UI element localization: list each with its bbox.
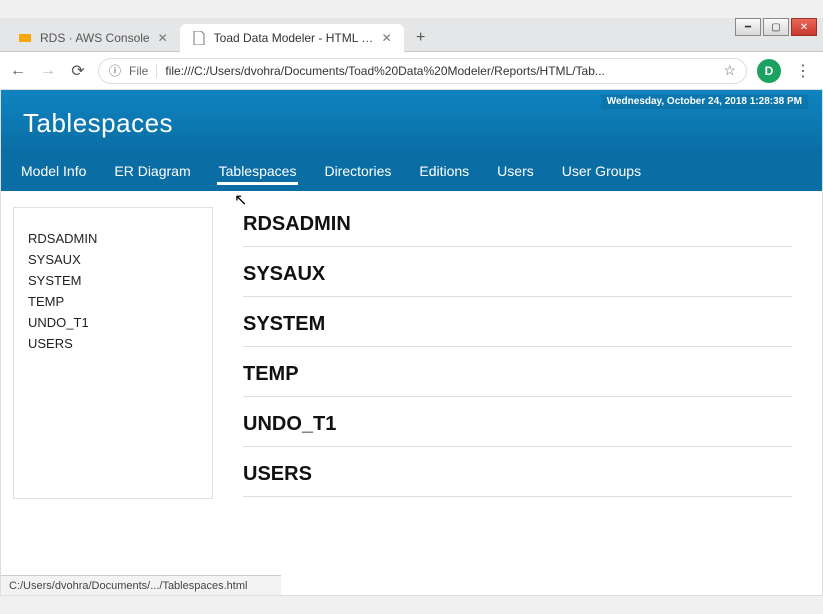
sidebar-item[interactable]: RDSADMIN — [28, 228, 198, 249]
browser-tab-strip: RDS · AWS Console ✕ Toad Data Modeler - … — [0, 18, 823, 52]
page-viewport: Wednesday, October 24, 2018 1:28:38 PM T… — [0, 90, 823, 596]
page-header: Wednesday, October 24, 2018 1:28:38 PM T… — [1, 90, 822, 151]
minimize-button[interactable]: ━ — [735, 18, 761, 36]
menu-button[interactable]: ⋮ — [791, 61, 815, 81]
close-window-button[interactable]: ✕ — [791, 18, 817, 36]
browser-tab[interactable]: RDS · AWS Console ✕ — [6, 24, 180, 52]
maximize-button[interactable]: ▢ — [763, 18, 789, 36]
aws-favicon-icon — [18, 31, 32, 45]
back-button[interactable]: ← — [8, 62, 28, 80]
sidebar: RDSADMIN SYSAUX SYSTEM TEMP UNDO_T1 USER… — [13, 207, 213, 499]
tab-title: RDS · AWS Console — [40, 31, 150, 45]
window-controls: ━ ▢ ✕ — [735, 18, 817, 36]
sidebar-item[interactable]: SYSAUX — [28, 249, 198, 270]
sidebar-item[interactable]: TEMP — [28, 291, 198, 312]
status-text: C:/Users/dvohra/Documents/.../Tablespace… — [9, 580, 247, 592]
timestamp: Wednesday, October 24, 2018 1:28:38 PM — [601, 94, 808, 109]
nav-er-diagram[interactable]: ER Diagram — [112, 153, 192, 189]
bookmark-star-icon[interactable]: ☆ — [723, 62, 736, 79]
file-favicon-icon — [192, 31, 206, 45]
tablespace-heading: SYSTEM — [243, 297, 792, 347]
nav-user-groups[interactable]: User Groups — [560, 153, 643, 189]
forward-button[interactable]: → — [38, 62, 58, 80]
tab-title: Toad Data Modeler - HTML Repo — [214, 31, 374, 45]
new-tab-button[interactable]: + — [408, 25, 434, 51]
tablespace-heading: SYSAUX — [243, 247, 792, 297]
nav-tablespaces[interactable]: Tablespaces — [217, 153, 299, 189]
reload-button[interactable]: ⟳ — [68, 61, 88, 81]
page-title: Tablespaces — [23, 108, 800, 139]
tablespace-heading: RDSADMIN — [243, 209, 792, 247]
sidebar-item[interactable]: SYSTEM — [28, 270, 198, 291]
close-tab-icon[interactable]: ✕ — [158, 31, 168, 45]
address-bar[interactable]: ⓘ File file:///C:/Users/dvohra/Documents… — [98, 58, 747, 84]
nav-users[interactable]: Users — [495, 153, 536, 189]
close-tab-icon[interactable]: ✕ — [382, 31, 392, 45]
url-text: file:///C:/Users/dvohra/Documents/Toad%2… — [165, 64, 715, 78]
browser-tab[interactable]: Toad Data Modeler - HTML Repo ✕ — [180, 24, 404, 52]
nav-model-info[interactable]: Model Info — [19, 153, 88, 189]
status-bar: C:/Users/dvohra/Documents/.../Tablespace… — [1, 575, 281, 595]
url-scheme-label: File — [129, 64, 157, 78]
tablespace-heading: UNDO_T1 — [243, 397, 792, 447]
sidebar-item[interactable]: UNDO_T1 — [28, 312, 198, 333]
top-nav: Model Info ER Diagram Tablespaces Direct… — [1, 151, 822, 191]
profile-avatar[interactable]: D — [757, 59, 781, 83]
tablespace-heading: USERS — [243, 447, 792, 497]
nav-editions[interactable]: Editions — [417, 153, 471, 189]
tablespace-heading: TEMP — [243, 347, 792, 397]
profile-letter: D — [765, 64, 774, 78]
main-content: RDSADMIN SYSAUX SYSTEM TEMP UNDO_T1 USER… — [213, 191, 822, 515]
site-info-icon[interactable]: ⓘ — [109, 62, 121, 79]
nav-directories[interactable]: Directories — [322, 153, 393, 189]
browser-toolbar: ← → ⟳ ⓘ File file:///C:/Users/dvohra/Doc… — [0, 52, 823, 90]
sidebar-item[interactable]: USERS — [28, 333, 198, 354]
